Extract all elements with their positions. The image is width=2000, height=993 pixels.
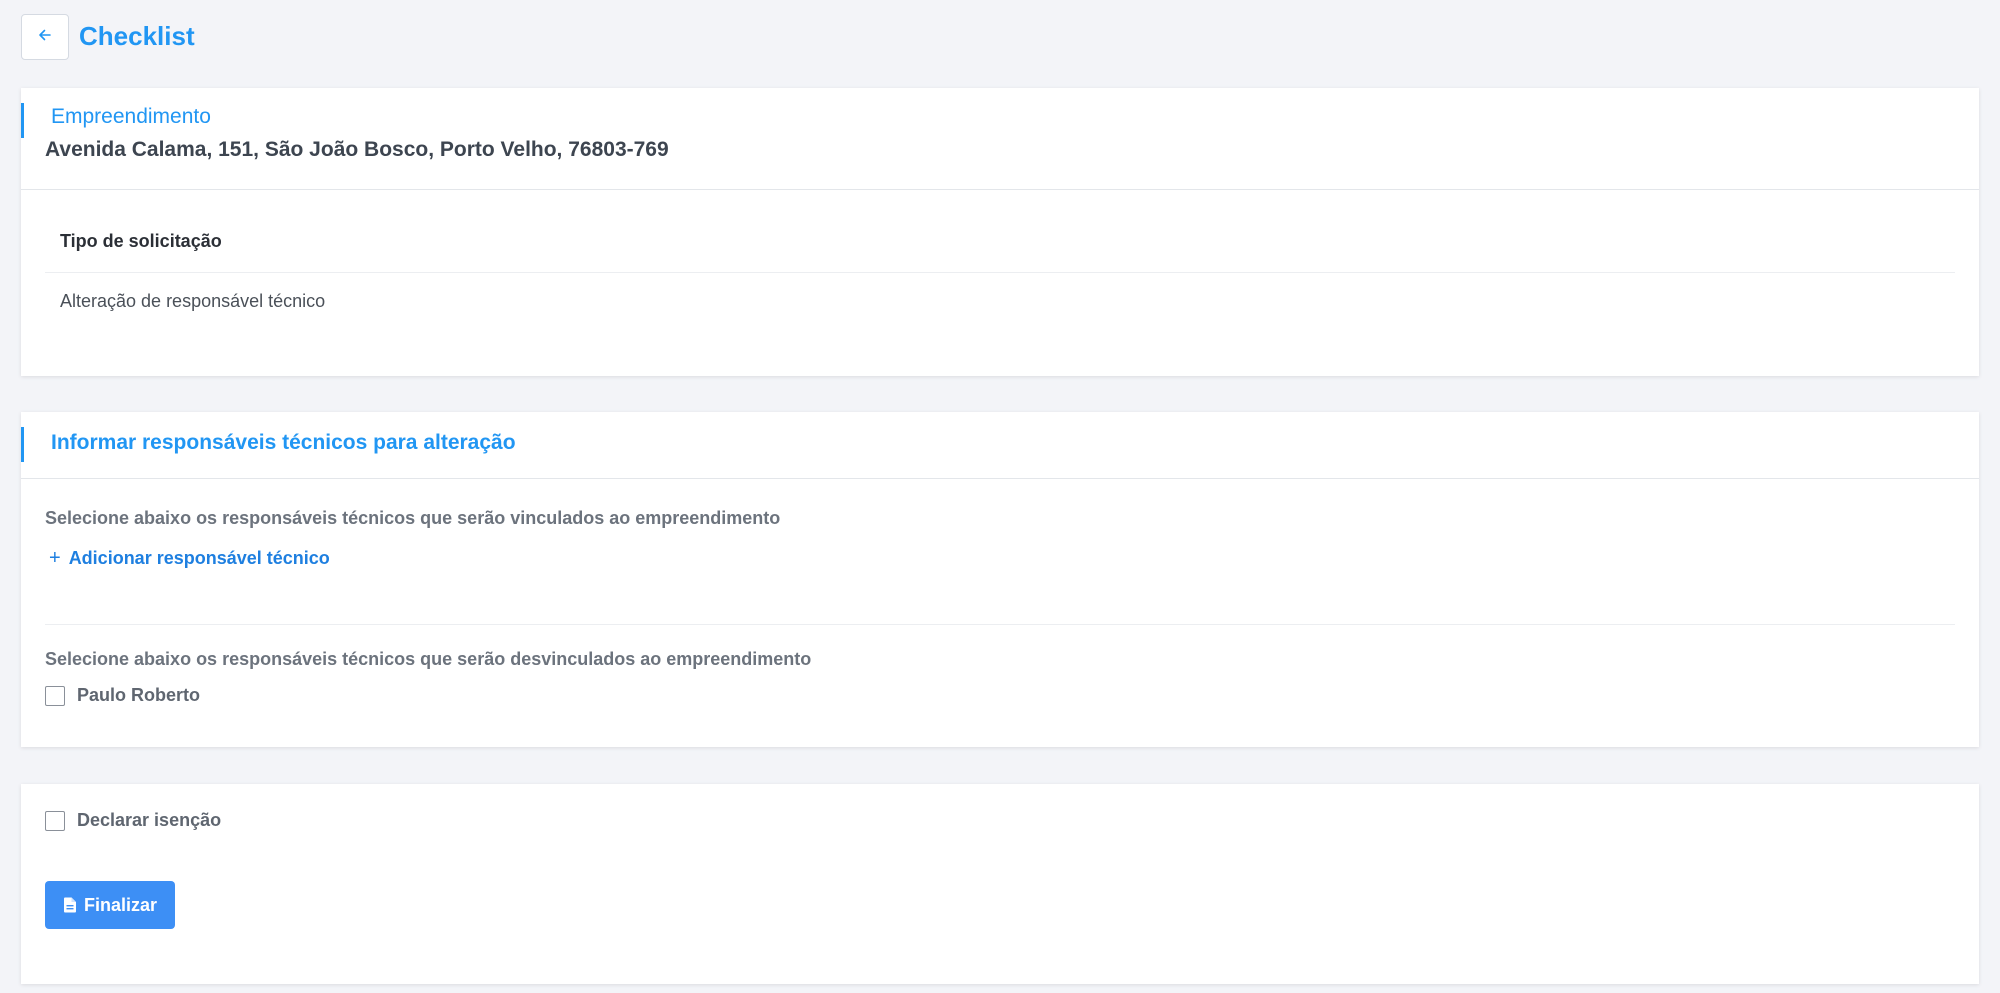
divider: [21, 189, 1979, 190]
plus-icon: +: [49, 547, 61, 569]
finalize-button[interactable]: Finalizar: [45, 881, 175, 929]
exemption-checkbox[interactable]: [45, 810, 65, 831]
responsible-checkbox-row[interactable]: Paulo Roberto: [45, 685, 200, 706]
empreendimento-card: Empreendimento Avenida Calama, 151, São …: [21, 88, 1979, 376]
section-accent-bar: [21, 103, 24, 138]
responsible-checkbox[interactable]: [45, 685, 65, 706]
request-type-label: Tipo de solicitação: [60, 231, 222, 251]
responsaveis-title: Informar responsáveis técnicos para alte…: [51, 431, 516, 454]
exemption-checkbox-row[interactable]: Declarar isenção: [45, 810, 221, 831]
empreendimento-title: Empreendimento: [51, 105, 211, 128]
back-button[interactable]: [21, 14, 69, 60]
arrow-left-icon: [37, 27, 53, 48]
divider: [21, 478, 1979, 479]
divider: [45, 272, 1955, 273]
responsible-name: Paulo Roberto: [77, 685, 201, 705]
page-title: Checklist: [79, 21, 195, 51]
request-type-value: Alteração de responsável técnico: [60, 291, 326, 311]
add-responsible-link[interactable]: + Adicionar responsável técnico: [49, 547, 330, 570]
empreendimento-address: Avenida Calama, 151, São João Bosco, Por…: [45, 138, 669, 161]
unlink-hint: Selecione abaixo os responsáveis técnico…: [45, 649, 812, 669]
finalize-card: Declarar isenção Finalizar: [21, 784, 1979, 984]
divider: [45, 624, 1955, 625]
add-responsible-label: Adicionar responsável técnico: [68, 548, 330, 568]
document-icon: [63, 897, 77, 913]
section-accent-bar: [21, 427, 24, 462]
exemption-label: Declarar isenção: [77, 810, 222, 830]
finalize-label: Finalizar: [83, 894, 158, 915]
link-hint: Selecione abaixo os responsáveis técnico…: [45, 508, 781, 528]
responsaveis-card: Informar responsáveis técnicos para alte…: [21, 412, 1979, 747]
